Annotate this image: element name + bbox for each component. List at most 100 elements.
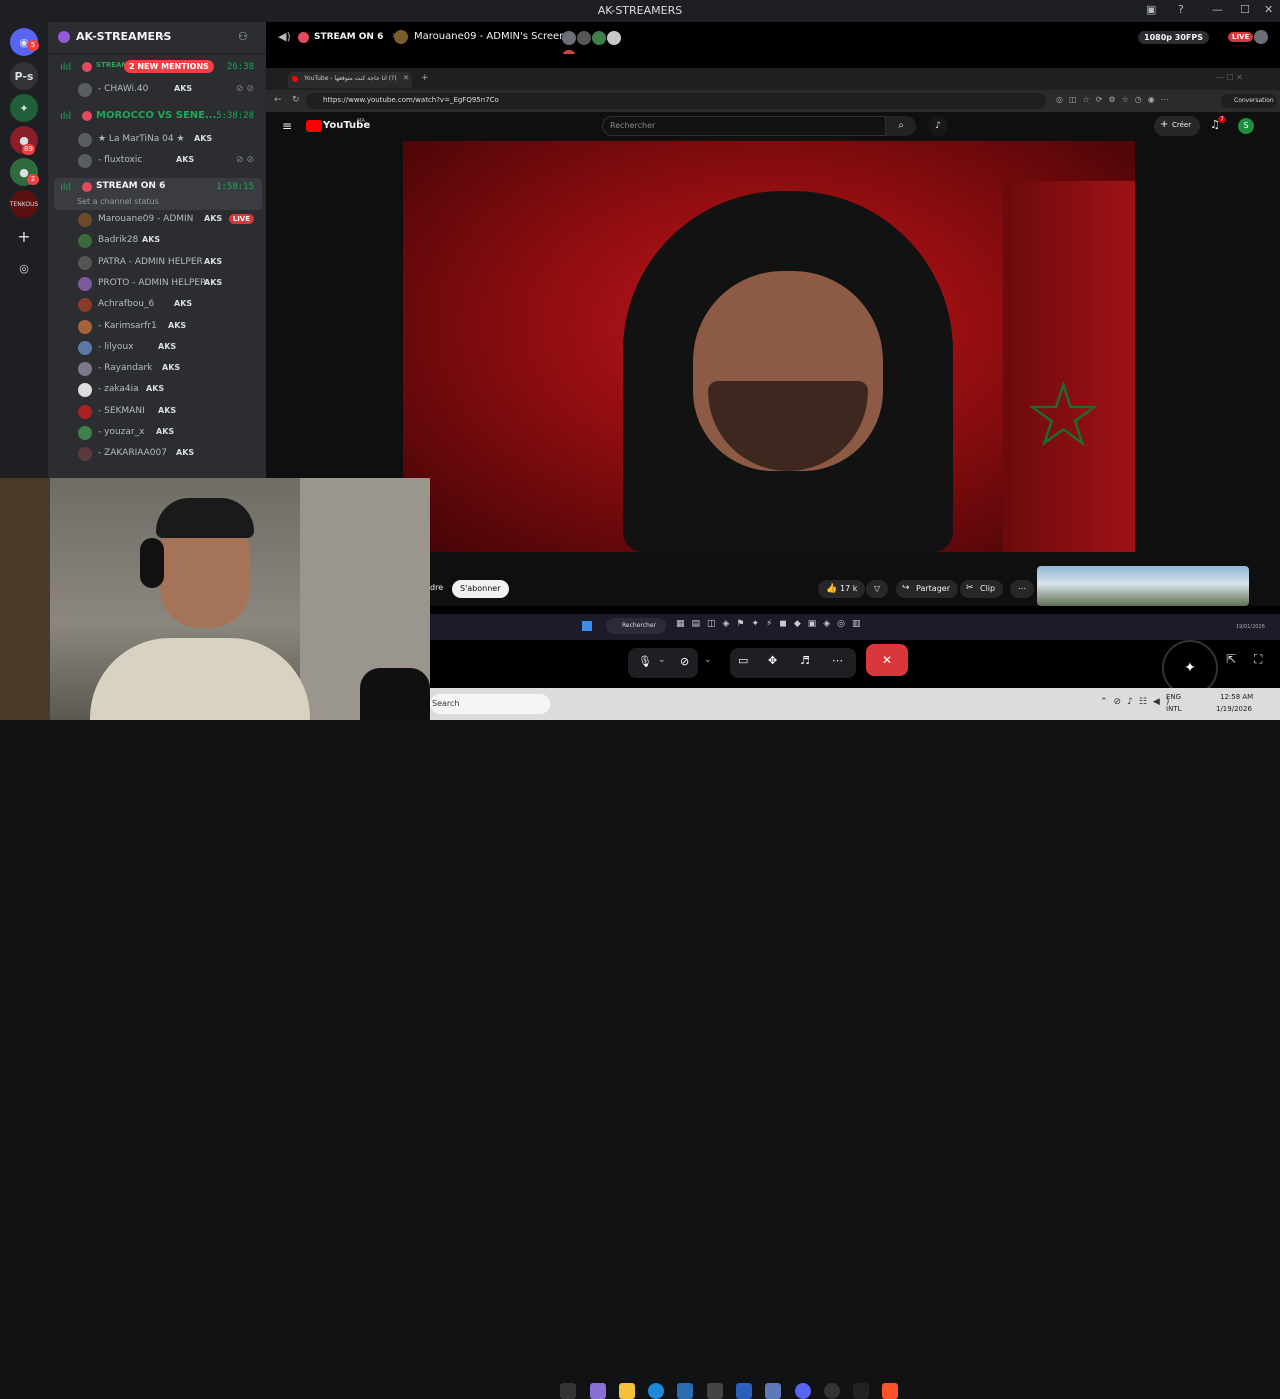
account-avatar[interactable]: S xyxy=(1238,118,1254,134)
voice-user[interactable]: - Karimsarfr1 AKS xyxy=(76,317,260,337)
clock-time[interactable]: 12:58 AM xyxy=(1220,693,1253,701)
search-icon[interactable]: ⌕ xyxy=(886,116,916,136)
voice-user[interactable]: - CHAWi.40 AKS ⊘ ⊘ xyxy=(76,80,260,100)
live-badge: LIVE xyxy=(228,214,254,224)
maximize-button[interactable]: ☐ xyxy=(1240,3,1250,16)
avatar xyxy=(78,234,92,249)
avatar xyxy=(78,276,92,291)
brave-icon[interactable] xyxy=(882,1383,898,1399)
voice-user[interactable]: - zaka4ia AKS xyxy=(76,380,260,400)
server-ak-streamers[interactable]: ✦ xyxy=(10,94,38,122)
voice-user[interactable]: Marouane09 - ADMIN AKS LIVE xyxy=(76,210,260,230)
youtube-header: ≡ YouTube MA Rechercher ⌕ ♪ + Créer ♫ 7 … xyxy=(266,112,1280,140)
server-tenkous[interactable]: TENKOUS xyxy=(10,190,38,218)
channel-status[interactable]: Set a channel status xyxy=(77,197,159,206)
stream-controls: 🎙 ⌄ ⊘ ⌄ ▭ ✥ ♬ ⋯ ✕ ✦ ⇱ ⛶ xyxy=(430,640,1280,696)
avatar xyxy=(78,213,92,227)
add-server-icon[interactable]: + xyxy=(10,222,38,250)
voice-channel-stream[interactable]: ılıl STREAM 2 NEW MENTIONS 26:38 xyxy=(56,58,260,78)
language-layout[interactable]: INTL xyxy=(1166,705,1181,713)
system-tray-icons[interactable]: ⌃⊘♪☷◀) xyxy=(1100,697,1175,707)
close-tab-icon[interactable]: ✕ xyxy=(403,74,409,82)
chair xyxy=(360,668,430,720)
language-code[interactable]: ENG xyxy=(1166,693,1181,701)
voice-user[interactable]: Badrik28 AKS xyxy=(76,231,260,251)
help-icon[interactable]: ? xyxy=(1178,3,1184,16)
user-name: - lilyoux xyxy=(98,341,134,352)
invite-icon[interactable]: ⚇ xyxy=(238,30,248,43)
clock-date[interactable]: 1/19/2026 xyxy=(1216,705,1252,713)
user-tag: AKS xyxy=(168,320,187,330)
windows-start-icon xyxy=(582,621,592,631)
voice-user[interactable]: ★ La MarTiNa 04 ★ AKS xyxy=(76,130,260,150)
mentions-badge[interactable]: 2 NEW MENTIONS xyxy=(124,60,214,73)
video-player[interactable]: ☆ xyxy=(403,141,1135,552)
voice-user[interactable]: - lilyoux AKS xyxy=(76,338,260,358)
voice-user[interactable]: - ZAKARIAA007 AKS xyxy=(76,444,260,464)
app-icon[interactable] xyxy=(765,1383,781,1399)
back-icon[interactable]: ← xyxy=(274,95,282,105)
soundboard-icon[interactable]: ♬ xyxy=(800,654,810,667)
voice-channel-icon: ılıl xyxy=(60,182,72,193)
discover-icon[interactable]: ◎ xyxy=(10,254,38,282)
store-icon[interactable] xyxy=(677,1383,693,1399)
new-tab-icon[interactable]: + xyxy=(421,73,429,83)
user-tag: AKS xyxy=(158,341,177,351)
server-header[interactable]: AK-STREAMERS ⌄ ⚇ xyxy=(48,22,266,54)
capcut-icon[interactable] xyxy=(853,1383,869,1399)
avatar xyxy=(78,340,92,355)
discord-icon[interactable] xyxy=(795,1383,811,1399)
recommended-thumbnail[interactable] xyxy=(1037,566,1249,606)
close-button[interactable]: ✕ xyxy=(1264,3,1273,16)
obs-icon[interactable] xyxy=(824,1383,840,1399)
inner-date: 19/01/2026 xyxy=(1236,624,1265,630)
browser-toolbar-icons[interactable]: ◎◫☆⟳⚙☆◷◉⋯ xyxy=(1056,95,1175,104)
vscode-icon[interactable] xyxy=(736,1383,752,1399)
fullscreen-icon[interactable]: ⛶ xyxy=(1254,652,1262,667)
channel-name: STREAM ON 6 xyxy=(96,181,166,191)
voice-channel-stream-on-6[interactable]: ılıl STREAM ON 6 1:58:15 xyxy=(56,178,260,198)
mic-icon[interactable]: ♪ xyxy=(928,116,948,136)
voice-user[interactable]: PATRA - ADMIN HELPER AKS xyxy=(76,253,260,273)
menu-icon[interactable]: ≡ xyxy=(282,119,292,133)
video-actions: dre S'abonner 17 k 👍 ▽ Partager ↪ Clip ✂… xyxy=(430,566,1280,606)
user-avatar[interactable] xyxy=(1254,30,1268,44)
voice-user[interactable]: PROTO - ADMIN HELPER AKS xyxy=(76,274,260,294)
app-icon[interactable] xyxy=(707,1383,723,1399)
voice-user[interactable]: - SEKMANI AKS xyxy=(76,402,260,422)
dislike-button[interactable]: ▽ xyxy=(866,580,889,598)
user-name: - Rayandark xyxy=(98,363,153,374)
voice-user[interactable]: - youzar_x AKS xyxy=(76,423,260,443)
window-controls[interactable]: — ☐ ✕ xyxy=(1216,73,1243,82)
screen-share-icon[interactable]: ▭ xyxy=(738,654,748,667)
minimize-button[interactable]: — xyxy=(1212,3,1223,16)
edge-icon[interactable] xyxy=(648,1383,664,1399)
user-tag: AKS xyxy=(176,448,195,458)
disconnect-button[interactable]: ✕ xyxy=(866,644,908,676)
youtube-logo-icon[interactable] xyxy=(306,120,322,132)
more-options-icon[interactable]: ⋯ xyxy=(832,654,843,667)
user-tag: AKS xyxy=(174,84,193,93)
voice-user[interactable]: - Rayandark AKS xyxy=(76,359,260,379)
user-name: ★ La MarTiNa 04 ★ xyxy=(98,134,185,144)
user-name: - CHAWi.40 xyxy=(98,84,149,94)
voice-user[interactable]: - fluxtoxic AKS ⊘ ⊘ xyxy=(76,151,260,171)
task-view-icon[interactable] xyxy=(560,1383,576,1399)
server-ps[interactable]: P-s xyxy=(10,62,38,90)
conversation-label: Conversation xyxy=(1234,97,1274,104)
more-button[interactable]: ⋯ xyxy=(1010,580,1034,598)
popout-icon[interactable]: ⇱ xyxy=(1226,652,1236,666)
activities-icon[interactable]: ✥ xyxy=(768,654,777,667)
voice-user[interactable]: Achrafbou_6 AKS xyxy=(76,295,260,315)
subscribe-button[interactable]: S'abonner xyxy=(452,580,509,598)
avatar xyxy=(78,133,92,147)
refresh-icon[interactable]: ↻ xyxy=(292,95,300,105)
copilot-icon[interactable] xyxy=(590,1383,606,1399)
server-icon xyxy=(58,31,70,43)
file-explorer-icon[interactable] xyxy=(619,1383,635,1399)
voice-icon: ◀) xyxy=(278,30,291,43)
viewer-avatars[interactable] xyxy=(562,30,634,64)
chevron-down-icon: ⌄ xyxy=(658,655,666,665)
voice-channel-morocco[interactable]: ılıl MOROCCO VS SENE... 5:38:28 xyxy=(56,107,260,127)
inbox-icon[interactable]: ▣ xyxy=(1146,3,1156,16)
